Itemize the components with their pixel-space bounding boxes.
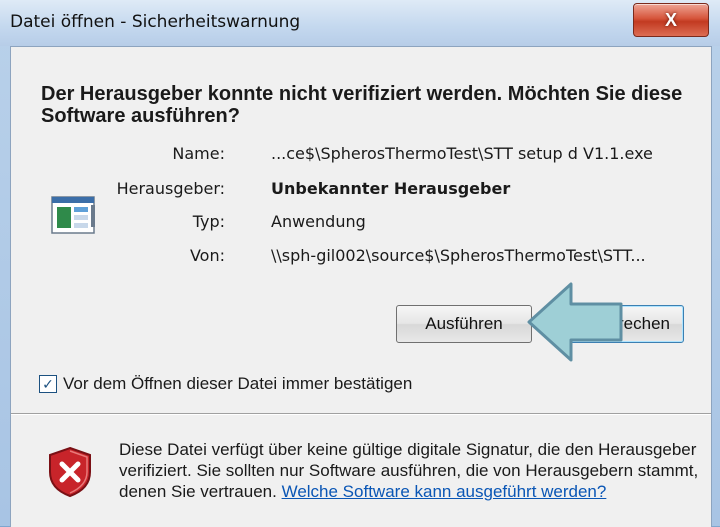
always-confirm-row[interactable]: ✓ Vor dem Öffnen dieser Datei immer best…	[39, 372, 412, 396]
run-button[interactable]: Ausführen	[396, 305, 532, 343]
separator	[11, 413, 711, 415]
source-label: Von:	[189, 246, 225, 265]
name-label: Name:	[172, 144, 225, 163]
dialog-body: Der Herausgeber konnte nicht verifiziert…	[10, 46, 712, 527]
application-icon	[51, 196, 95, 234]
window-title: Datei öffnen - Sicherheitswarnung	[10, 12, 301, 32]
title-bar: Datei öffnen - Sicherheitswarnung X	[0, 0, 720, 46]
cancel-button-label: rechen	[618, 314, 670, 333]
close-button[interactable]: X	[633, 3, 709, 37]
always-confirm-checkbox[interactable]: ✓	[39, 375, 57, 393]
type-value: Anwendung	[271, 212, 366, 231]
always-confirm-label: Vor dem Öffnen dieser Datei immer bestät…	[63, 374, 413, 393]
warning-text: Diese Datei verfügt über keine gültige d…	[119, 439, 699, 502]
publisher-value: Unbekannter Herausgeber	[271, 179, 511, 198]
close-icon: X	[664, 9, 677, 30]
dialog-window: Datei öffnen - Sicherheitswarnung X Der …	[0, 0, 720, 527]
run-button-label: Ausführen	[425, 314, 503, 333]
name-value: ...ce$\SpherosThermoTest\STT setup d V1.…	[271, 144, 653, 163]
arrow-left-icon	[527, 282, 623, 362]
publisher-label: Herausgeber:	[116, 179, 225, 198]
source-value: \\sph-gil002\source$\SpherosThermoTest\S…	[271, 246, 646, 265]
type-label: Typ:	[192, 212, 225, 231]
dialog-heading: Der Herausgeber konnte nicht verifiziert…	[41, 83, 683, 127]
shield-error-icon	[49, 446, 91, 498]
which-software-link[interactable]: Welche Software kann ausgeführt werden?	[282, 482, 607, 501]
